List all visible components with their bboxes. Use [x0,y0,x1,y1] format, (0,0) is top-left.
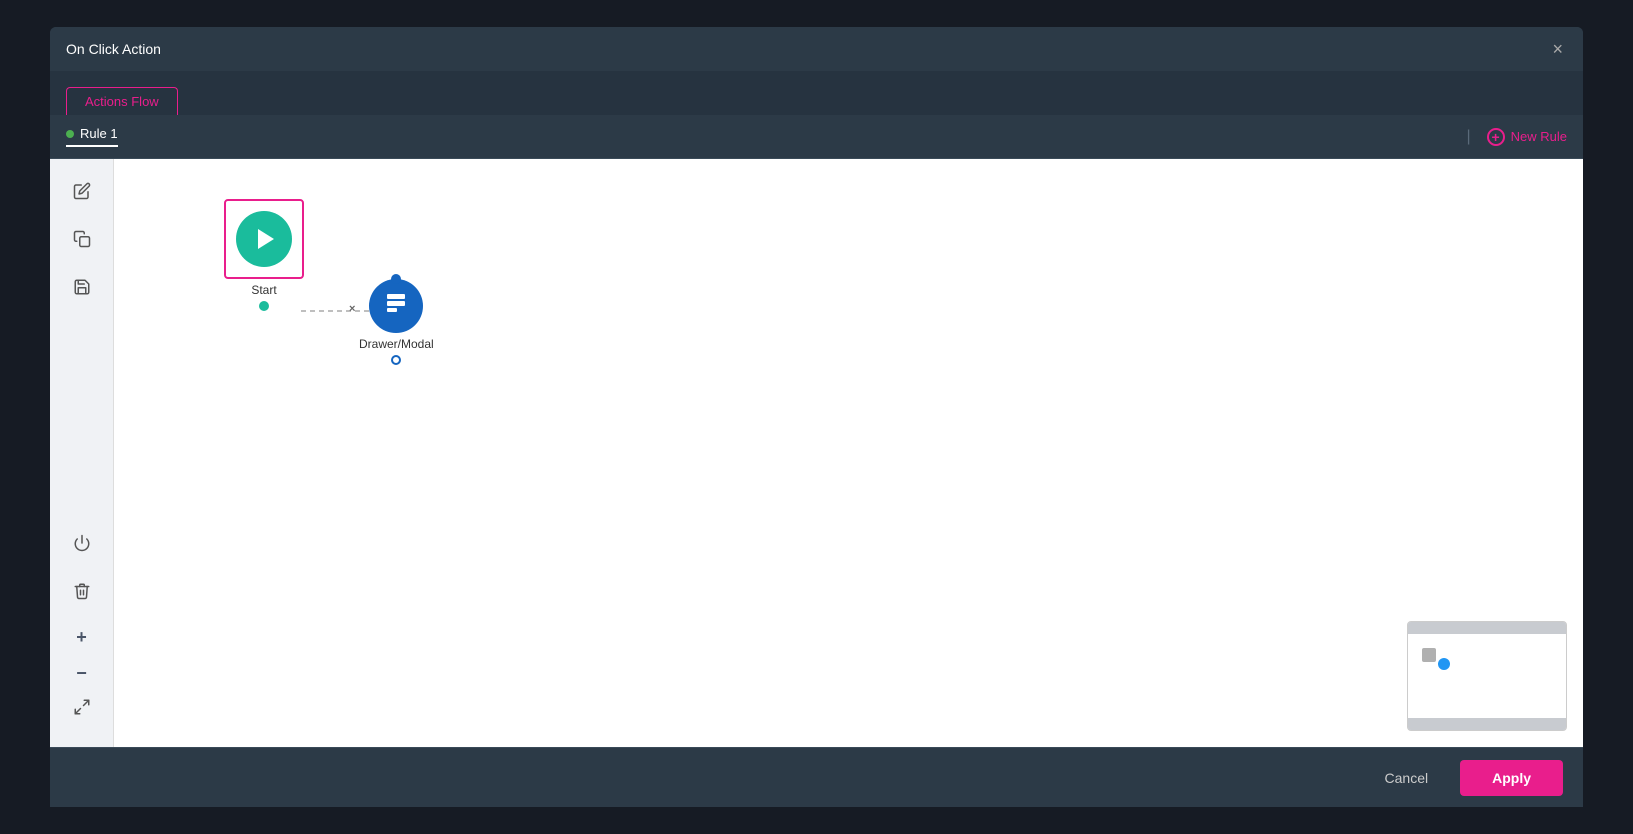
zoom-out-icon: − [76,663,87,684]
rule-status-dot [66,130,74,138]
drawer-circle [369,279,423,333]
canvas-area[interactable]: × Start [114,159,1583,747]
trash-icon [73,582,91,605]
cancel-button[interactable]: Cancel [1365,762,1449,794]
edit-icon [73,182,91,205]
title-bar: On Click Action × [50,27,1583,71]
actions-flow-tab[interactable]: Actions Flow [66,87,178,115]
connection-delete-button[interactable]: × [349,303,355,315]
start-node[interactable]: Start [224,199,304,311]
power-tool-button[interactable] [64,527,100,563]
save-tool-button[interactable] [64,271,100,307]
sidebar-tools: + − [50,159,114,747]
close-button[interactable]: × [1548,36,1567,62]
new-rule-label: New Rule [1511,129,1567,144]
divider: | [1466,128,1470,146]
drawer-modal-icon [384,291,408,321]
new-rule-button[interactable]: + New Rule [1487,128,1567,146]
start-output-dot[interactable] [259,301,269,311]
tool-group-top [64,175,100,307]
modal-title: On Click Action [66,41,161,57]
footer: Cancel Apply [50,747,1583,807]
drawer-output-dot[interactable] [391,355,401,365]
drawer-modal-label: Drawer/Modal [359,337,434,351]
modal-wrapper: On Click Action × Actions Flow Rule 1 | … [0,0,1633,834]
copy-icon [73,230,91,253]
zoom-out-button[interactable]: − [68,659,96,687]
delete-tool-button[interactable] [64,575,100,611]
edit-tool-button[interactable] [64,175,100,211]
start-node-box[interactable] [224,199,304,279]
apply-button[interactable]: Apply [1460,760,1563,796]
play-icon [258,229,274,249]
zoom-group: + − [68,623,96,731]
tool-group-bottom [64,527,100,611]
rule-label: Rule 1 [80,126,118,141]
new-rule-plus-icon: + [1487,128,1505,146]
rule-tab[interactable]: Rule 1 [66,126,118,147]
rule-bar: Rule 1 | + New Rule [50,115,1583,159]
save-icon [73,278,91,301]
mini-map [1407,621,1567,731]
minimap-drawer-node [1438,658,1450,670]
main-content: + − [50,159,1583,747]
minimap-start-node [1422,648,1436,662]
drawer-modal-node[interactable]: Drawer/Modal [359,279,434,365]
tab-bar: Actions Flow [50,71,1583,115]
zoom-in-icon: + [76,627,87,648]
modal: On Click Action × Actions Flow Rule 1 | … [50,27,1583,807]
drawer-input-dot [391,274,401,284]
connection-svg [114,159,1583,747]
zoom-in-button[interactable]: + [68,623,96,651]
start-node-label: Start [251,283,276,297]
power-icon [73,534,91,557]
copy-tool-button[interactable] [64,223,100,259]
fit-button[interactable] [68,695,96,723]
start-circle [236,211,292,267]
fit-icon [73,698,91,721]
